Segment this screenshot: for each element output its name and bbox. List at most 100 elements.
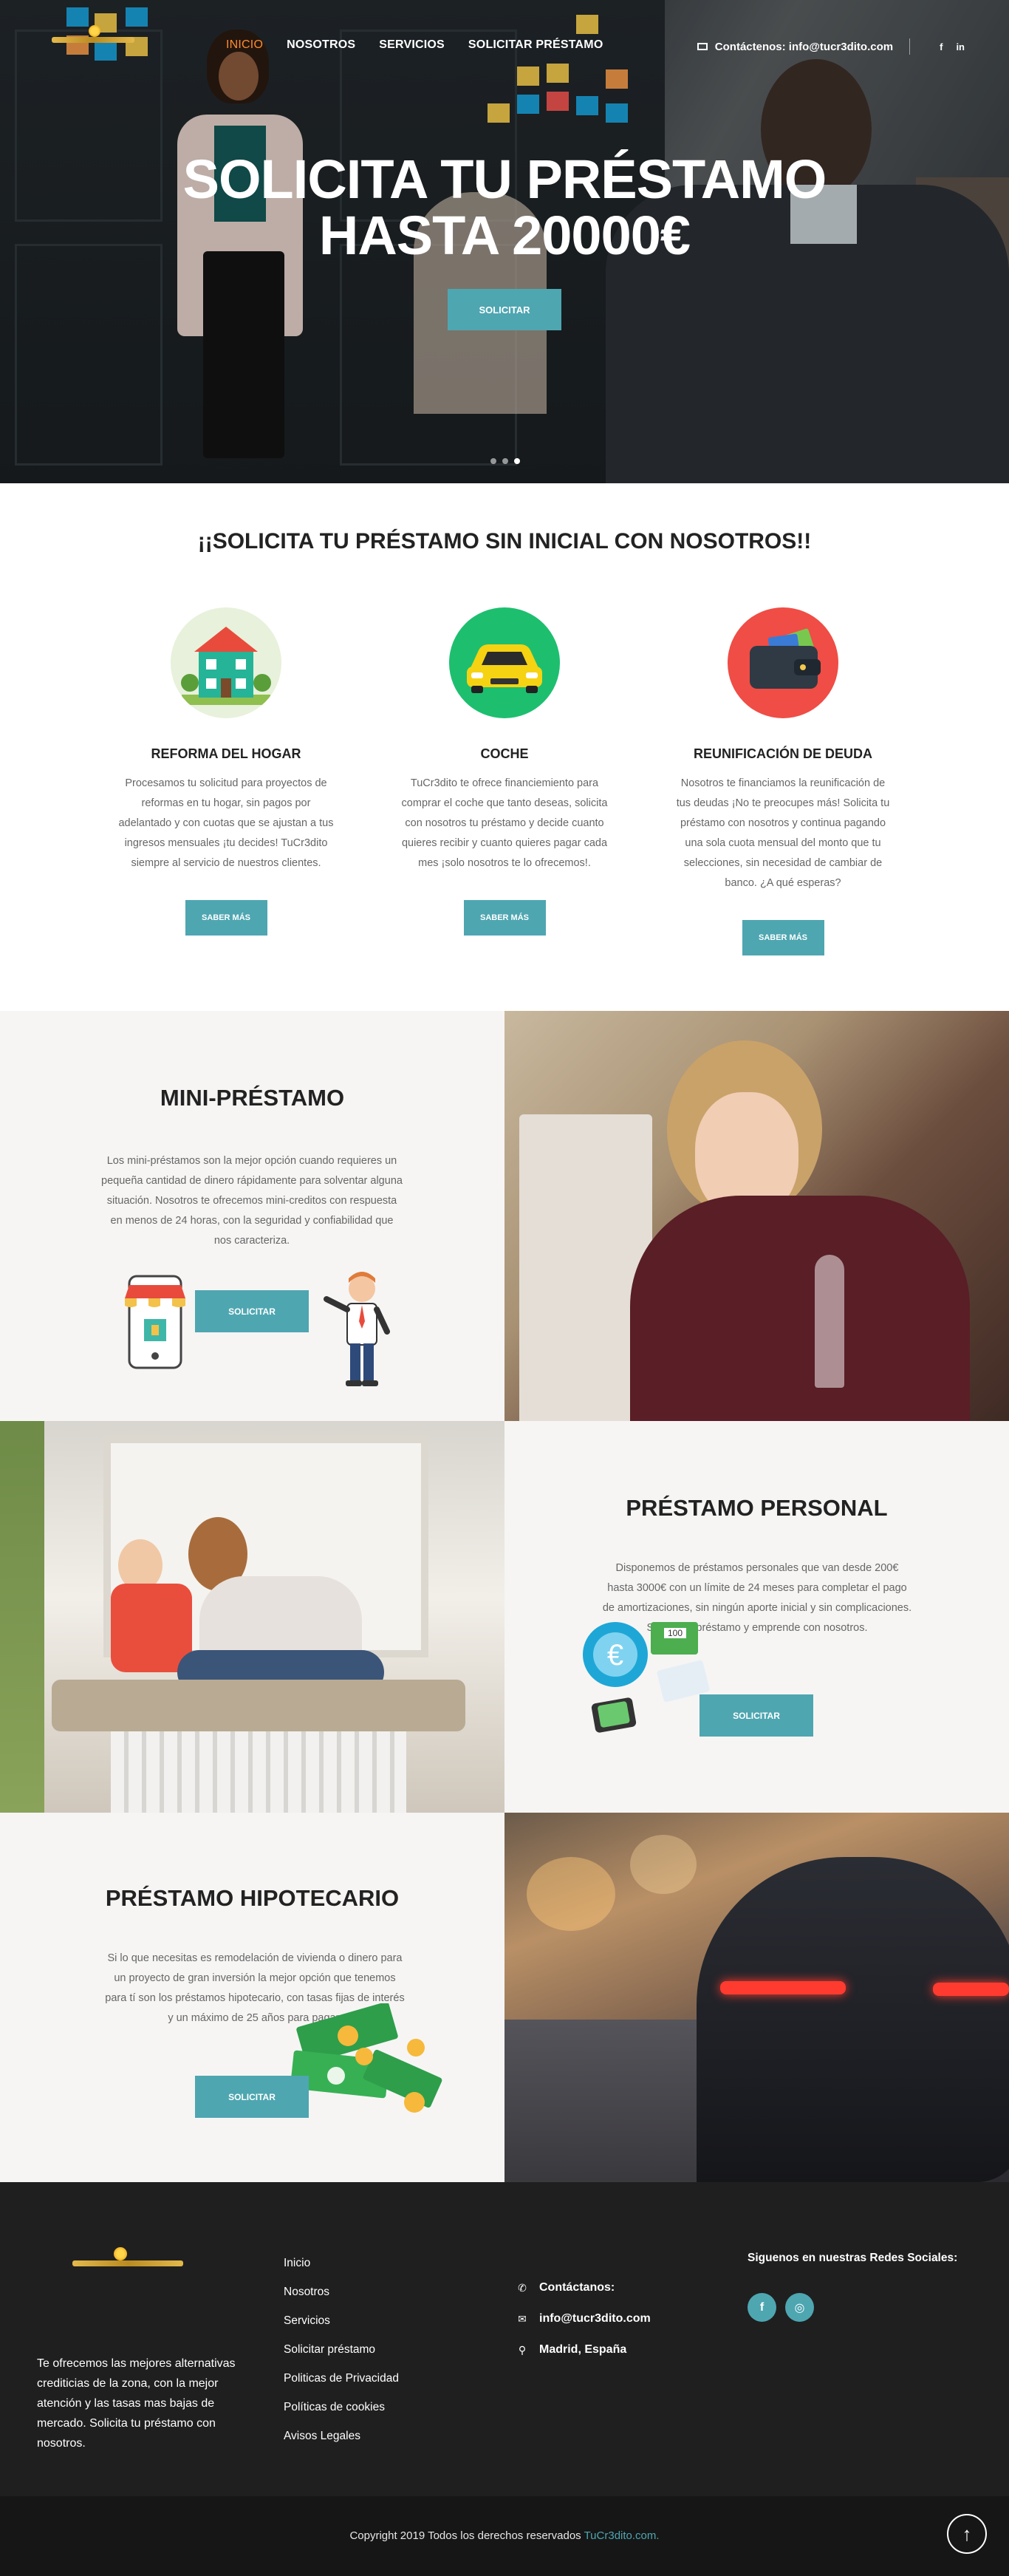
- personal-solicitar-button[interactable]: SOLICITAR: [700, 1694, 813, 1737]
- mother-baby-photo: [0, 1421, 504, 1813]
- card-title: REUNIFICACIÓN DE DEUDA: [693, 746, 872, 761]
- mini-prestamo-text: Los mini-préstamos son la mejor opción c…: [101, 1155, 403, 1247]
- svg-text:€: €: [607, 1639, 623, 1672]
- card-text: Nosotros te financiamos la reunificación…: [676, 777, 890, 889]
- copyright-text: Copyright 2019 Todos los derechos reserv…: [349, 2529, 584, 2542]
- tail-light: [720, 1981, 846, 1994]
- hero-title: SOLICITA TU PRÉSTAMO HASTA 20000€: [0, 151, 1009, 264]
- nav-solicitar-prestamo[interactable]: SOLICITAR PRÉSTAMO: [456, 38, 615, 52]
- facebook-icon[interactable]: f: [748, 2293, 776, 2322]
- services-title: ¡¡SOLICITA TU PRÉSTAMO SIN INICIAL CON N…: [197, 529, 812, 553]
- instagram-icon[interactable]: in: [956, 41, 965, 52]
- footer-link-servicios[interactable]: Servicios: [284, 2306, 399, 2335]
- mini-prestamo-title: MINI-PRÉSTAMO: [160, 1085, 345, 1111]
- phone-shop-icon: [125, 1275, 185, 1369]
- baby-body-shape: [111, 1584, 192, 1672]
- site-logo[interactable]: [52, 25, 134, 47]
- footer: Te ofrecemos las mejores alternativas cr…: [0, 2182, 1009, 2496]
- footer-social: Siguenos en nuestras Redes Sociales: f ◎: [748, 2252, 957, 2322]
- nav-servicios[interactable]: SERVICIOS: [367, 38, 456, 52]
- car-icon: [449, 607, 560, 718]
- card-title: REFORMA DEL HOGAR: [151, 746, 301, 761]
- red-car-photo: [504, 1813, 1009, 2182]
- prestamo-hipotecario-row: PRÉSTAMO HIPOTECARIO Si lo que necesitas…: [0, 1813, 1009, 2182]
- card-title: COCHE: [480, 746, 529, 761]
- hero-solicitar-button[interactable]: SOLICITAR: [448, 289, 561, 330]
- mail-icon: [697, 43, 708, 50]
- saber-mas-button[interactable]: SABER MÁS: [742, 920, 824, 955]
- bokeh-light: [527, 1857, 615, 1931]
- footer-link-nosotros[interactable]: Nosotros: [284, 2277, 399, 2306]
- saber-mas-button[interactable]: SABER MÁS: [463, 900, 546, 936]
- slider-dot-active[interactable]: [514, 458, 520, 464]
- footer-email[interactable]: info@tucr3dito.com: [539, 2312, 651, 2325]
- services-section: ¡¡SOLICITA TU PRÉSTAMO SIN INICIAL CON N…: [0, 483, 1009, 1011]
- contact-title: Contáctanos:: [539, 2281, 615, 2294]
- wine-glass-shape: [815, 1255, 844, 1388]
- footer-contact: ✆ Contáctanos: ✉ info@tucr3dito.com ⚲ Ma…: [516, 2272, 651, 2365]
- contact-email[interactable]: Contáctenos: info@tucr3dito.com: [715, 41, 893, 53]
- hero-section: INICIO NOSOTROS SERVICIOS SOLICITAR PRÉS…: [0, 0, 1009, 483]
- arrow-up-icon: ↑: [962, 2523, 972, 2545]
- facebook-icon[interactable]: f: [940, 41, 943, 52]
- wallet-icon: [728, 607, 838, 718]
- radiator-shape: [111, 1731, 406, 1813]
- slider-dot[interactable]: [490, 458, 496, 464]
- contact-title-row: ✆ Contáctanos:: [516, 2272, 651, 2303]
- car-body-shape: [697, 1857, 1009, 2182]
- slider-dot[interactable]: [502, 458, 508, 464]
- woman-phone-photo: [504, 1011, 1009, 1421]
- footer-links: Inicio Nosotros Servicios Solicitar prés…: [284, 2249, 399, 2450]
- social-title: Siguenos en nuestras Redes Sociales:: [748, 2252, 958, 2264]
- bokeh-light: [630, 1835, 697, 1894]
- prestamo-hipotecario-block: PRÉSTAMO HIPOTECARIO Si lo que necesitas…: [0, 1813, 504, 2182]
- prestamo-hipotecario-title: PRÉSTAMO HIPOTECARIO: [105, 1885, 400, 1911]
- card-text: TuCr3dito te ofrece financiemiento para …: [401, 777, 608, 869]
- footer-link-cookies[interactable]: Políticas de cookies: [284, 2393, 399, 2422]
- service-card-hogar: REFORMA DEL HOGAR Procesamos tu solicitu…: [115, 607, 337, 936]
- fur-rug-shape: [52, 1680, 465, 1731]
- location-pin-icon: ⚲: [518, 2343, 527, 2356]
- mini-prestamo-block: MINI-PRÉSTAMO Los mini-préstamos son la …: [0, 1011, 504, 1421]
- footer-link-avisos[interactable]: Avisos Legales: [284, 2422, 399, 2450]
- mail-icon: ✉: [518, 2312, 527, 2325]
- prestamo-personal-row: PRÉSTAMO PERSONAL Disponemos de préstamo…: [0, 1421, 1009, 1813]
- businessman-icon: [324, 1272, 390, 1386]
- service-card-coche: COCHE TuCr3dito te ofrece financiemiento…: [394, 607, 615, 936]
- hipotecario-solicitar-button[interactable]: SOLICITAR: [195, 2076, 309, 2118]
- nav-nosotros[interactable]: NOSOTROS: [275, 38, 367, 52]
- footer-logo[interactable]: [66, 2247, 185, 2269]
- nav-inicio[interactable]: INICIO: [214, 38, 275, 52]
- phone-icon: ✆: [518, 2281, 527, 2294]
- top-navigation: INICIO NOSOTROS SERVICIOS SOLICITAR PRÉS…: [0, 0, 1009, 55]
- mini-solicitar-button[interactable]: SOLICITAR: [195, 1290, 309, 1332]
- tail-light: [933, 1983, 1009, 1996]
- sun-icon: [89, 25, 100, 37]
- money-bills-icon: [290, 2003, 442, 2113]
- bill-value: 100: [668, 1628, 683, 1638]
- card-text: Procesamos tu solicitud para proyectos d…: [118, 777, 334, 869]
- main-menu: INICIO NOSOTROS SERVICIOS SOLICITAR PRÉS…: [214, 38, 615, 52]
- contact-email-row: ✉ info@tucr3dito.com: [516, 2303, 651, 2334]
- instagram-icon[interactable]: ◎: [785, 2293, 814, 2322]
- hero-title-line2: HASTA 20000€: [318, 205, 691, 266]
- copyright-brand-link[interactable]: TuCr3dito.com.: [584, 2529, 660, 2542]
- nav-contact: Contáctenos: info@tucr3dito.com f in: [697, 38, 965, 55]
- sun-icon: [114, 2247, 127, 2260]
- slider-dots: [490, 458, 520, 464]
- sweater-shape: [630, 1196, 970, 1421]
- contact-location-row: ⚲ Madrid, España: [516, 2334, 651, 2365]
- mini-prestamo-row: MINI-PRÉSTAMO Los mini-préstamos son la …: [0, 1011, 1009, 1421]
- service-card-deuda: REUNIFICACIÓN DE DEUDA Nosotros te finan…: [672, 607, 894, 955]
- saber-mas-button[interactable]: SABER MÁS: [185, 900, 267, 936]
- footer-location: Madrid, España: [539, 2343, 627, 2356]
- house-icon: [171, 607, 281, 718]
- hero-title-line1: SOLICITA TU PRÉSTAMO: [182, 149, 827, 210]
- footer-about: Te ofrecemos las mejores alternativas cr…: [37, 2357, 236, 2450]
- scroll-top-button[interactable]: ↑: [947, 2514, 987, 2554]
- prestamo-personal-block: PRÉSTAMO PERSONAL Disponemos de préstamo…: [504, 1421, 1009, 1813]
- footer-link-solicitar[interactable]: Solicitar préstamo: [284, 2335, 399, 2364]
- footer-link-privacidad[interactable]: Politicas de Privacidad: [284, 2364, 399, 2393]
- footer-link-inicio[interactable]: Inicio: [284, 2249, 399, 2277]
- prestamo-personal-title: PRÉSTAMO PERSONAL: [626, 1495, 888, 1521]
